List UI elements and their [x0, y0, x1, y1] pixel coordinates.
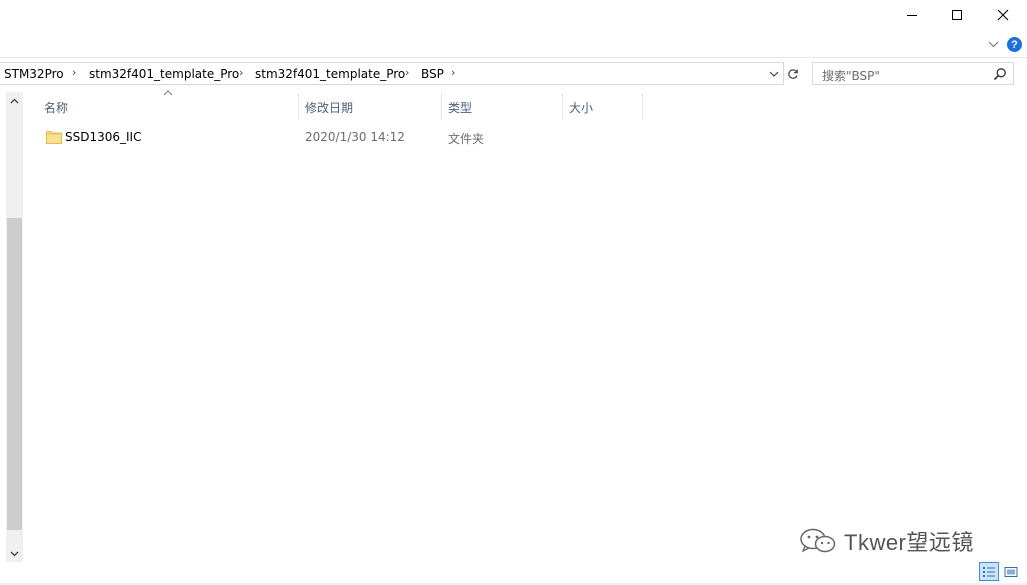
large-icons-view-button[interactable]	[1001, 562, 1021, 581]
column-header-name[interactable]: 名称	[44, 99, 68, 116]
column-divider[interactable]	[642, 93, 643, 120]
column-header-type[interactable]: 类型	[448, 99, 472, 116]
expand-ribbon-button[interactable]	[984, 36, 1002, 52]
refresh-button[interactable]	[784, 62, 802, 85]
chevron-down-icon	[988, 41, 998, 47]
maximize-icon	[952, 10, 962, 20]
file-modified: 2020/1/30 14:12	[305, 130, 405, 144]
maximize-button[interactable]	[934, 0, 980, 30]
help-icon[interactable]: ?	[1007, 37, 1022, 52]
scrollbar-thumb[interactable]	[7, 218, 22, 530]
address-bar[interactable]: STM32Pro › stm32f401_template_Pro › stm3…	[0, 62, 784, 85]
search-input[interactable]: 搜索"BSP"	[812, 62, 1014, 85]
address-history-dropdown[interactable]	[766, 66, 782, 82]
wechat-icon	[800, 528, 836, 553]
file-list-row[interactable]: SSD1306_IIC 2020/1/30 14:12 文件夹	[37, 126, 643, 148]
file-type: 文件夹	[448, 132, 485, 146]
scroll-up-button[interactable]	[6, 92, 23, 109]
folder-icon	[46, 131, 62, 144]
chevron-down-icon	[769, 71, 779, 77]
refresh-icon	[788, 68, 798, 79]
breadcrumb-separator[interactable]: ›	[239, 66, 243, 80]
close-button[interactable]	[980, 0, 1026, 30]
close-icon	[997, 9, 1009, 21]
column-divider[interactable]	[562, 93, 563, 120]
toolbar-divider	[0, 57, 1027, 58]
file-name: SSD1306_IIC	[65, 130, 142, 144]
breadcrumb-template-pro-1[interactable]: stm32f401_template_Pro	[89, 67, 239, 81]
large-icons-view-icon	[1004, 566, 1018, 577]
breadcrumb-stm32pro[interactable]: STM32Pro	[4, 67, 64, 81]
watermark-text: Tkwer望远镜	[844, 530, 974, 555]
search-placeholder: 搜索"BSP"	[822, 69, 880, 83]
column-header-modified[interactable]: 修改日期	[305, 99, 353, 116]
minimize-button[interactable]	[889, 0, 935, 30]
minimize-icon	[907, 15, 917, 16]
column-divider[interactable]	[441, 93, 442, 120]
scroll-down-button[interactable]	[6, 545, 23, 562]
breadcrumb-separator[interactable]: ›	[72, 66, 76, 80]
chevron-down-icon	[10, 551, 19, 556]
watermark: Tkwer望远镜	[798, 526, 974, 556]
sort-ascending-icon	[163, 90, 173, 96]
chevron-up-icon	[10, 98, 19, 103]
breadcrumb-separator[interactable]: ›	[451, 66, 455, 80]
details-view-button[interactable]	[979, 562, 999, 581]
column-header-size[interactable]: 大小	[569, 99, 593, 116]
search-icon[interactable]	[993, 67, 1007, 81]
column-divider[interactable]	[298, 93, 299, 120]
vertical-scrollbar[interactable]	[6, 92, 23, 562]
breadcrumb-bsp[interactable]: BSP	[421, 67, 444, 81]
details-view-icon	[983, 566, 995, 577]
breadcrumb-separator[interactable]: ›	[405, 66, 409, 80]
breadcrumb-template-pro-2[interactable]: stm32f401_template_Pro	[255, 67, 405, 81]
